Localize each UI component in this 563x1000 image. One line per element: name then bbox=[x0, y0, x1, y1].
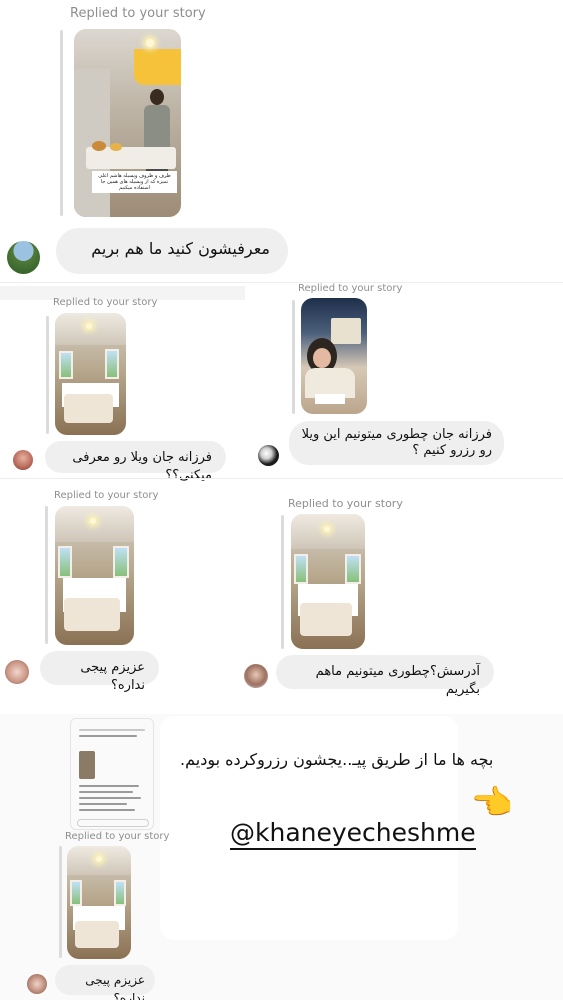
story-thumbnail[interactable] bbox=[55, 313, 126, 435]
replied-label: Replied to your story bbox=[53, 297, 158, 308]
message-bubble[interactable]: فرزانه جان ویلا رو معرفی میکنی؟؟ bbox=[45, 441, 226, 483]
avatar[interactable] bbox=[7, 241, 40, 274]
reply-rule bbox=[281, 515, 284, 649]
message-bubble[interactable]: آدرسش؟چطوری میتونیم ماهم بگیریم bbox=[276, 655, 494, 697]
section-divider bbox=[0, 478, 563, 479]
reply-rule bbox=[60, 30, 63, 216]
message-bubble[interactable]: عزیزم پیجی نداره؟ bbox=[40, 651, 159, 693]
avatar[interactable] bbox=[27, 974, 47, 994]
avatar[interactable] bbox=[5, 660, 29, 684]
page-handle[interactable]: @khaneyecheshme bbox=[230, 818, 476, 850]
message-bubble[interactable]: فرزانه جان چطوری میتونیم این ویلا رو رزر… bbox=[289, 421, 504, 465]
avatar[interactable] bbox=[258, 445, 279, 466]
story-thumbnail[interactable]: ظرف و ظروف ویسیله هاشم اعلی تمیزه که از … bbox=[74, 29, 181, 217]
reply-rule bbox=[46, 316, 49, 434]
avatar[interactable] bbox=[244, 664, 268, 688]
reply-rule bbox=[59, 846, 62, 958]
person-figure bbox=[142, 89, 172, 184]
replied-label: Replied to your story bbox=[65, 831, 170, 842]
reply-rule bbox=[292, 300, 295, 414]
annotation-note: بچه ها ما از طریق پیـ..یجشون رزروکرده بو… bbox=[180, 750, 494, 769]
replied-label: Replied to your story bbox=[298, 283, 403, 294]
story-caption: ظرف و ظروف ویسیله هاشم اعلی تمیزه که از … bbox=[92, 171, 177, 193]
story-thumbnail[interactable] bbox=[67, 846, 131, 959]
message-bubble[interactable]: عزیزم پیجی نداره؟ bbox=[55, 965, 155, 1000]
mini-screenshot bbox=[70, 718, 154, 830]
story-thumbnail[interactable] bbox=[301, 298, 367, 414]
replied-label: Replied to your story bbox=[70, 6, 206, 21]
section-divider bbox=[0, 282, 563, 283]
pointing-hand-icon: 👉 bbox=[472, 783, 515, 823]
story-thumbnail[interactable] bbox=[55, 506, 134, 645]
reply-rule bbox=[45, 506, 48, 644]
replied-label: Replied to your story bbox=[54, 490, 159, 501]
story-thumbnail[interactable] bbox=[291, 514, 365, 649]
replied-label: Replied to your story bbox=[288, 497, 403, 510]
message-bubble[interactable]: معرفیشون کنید ما هم بریم bbox=[56, 228, 288, 274]
avatar[interactable] bbox=[13, 450, 33, 470]
